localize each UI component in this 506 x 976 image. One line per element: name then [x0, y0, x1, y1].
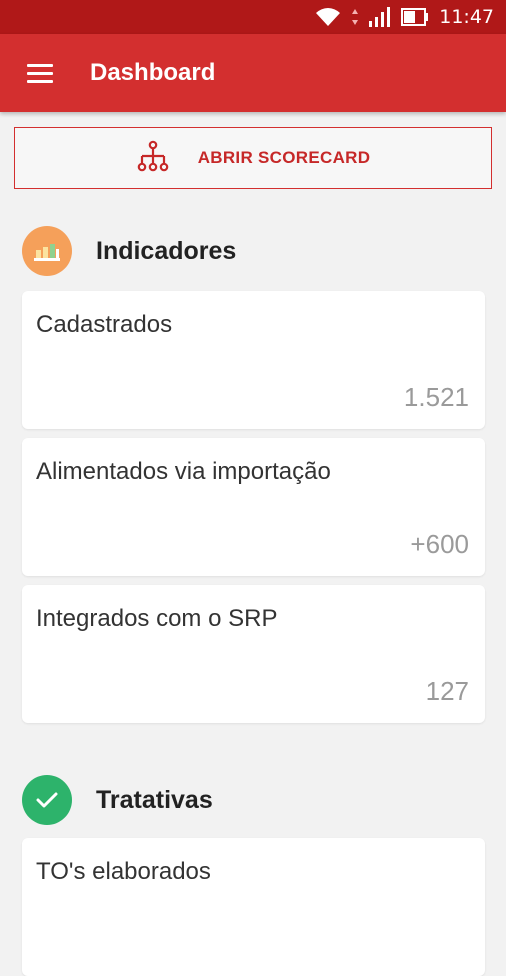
card-label: Cadastrados: [36, 311, 173, 338]
tratativas-title: Tratativas: [96, 785, 213, 814]
card-tos-elaborados[interactable]: TO's elaborados: [22, 838, 485, 976]
status-bar: 11:47: [0, 0, 506, 34]
indicadores-header: Indicadores: [22, 226, 236, 276]
tratativas-header: Tratativas: [22, 775, 213, 825]
wifi-icon: [315, 7, 341, 27]
signal-icon: [369, 7, 391, 27]
app-bar: Dashboard: [0, 34, 506, 112]
menu-button[interactable]: [0, 34, 80, 112]
card-value: +600: [410, 529, 469, 559]
card-alimentados-via-importacao[interactable]: Alimentados via importação +600: [22, 438, 485, 576]
bar-chart-icon: [22, 226, 72, 276]
menu-icon: [27, 59, 53, 88]
open-scorecard-button[interactable]: ABRIR SCORECARD: [14, 127, 492, 189]
check-icon: [22, 775, 72, 825]
card-cadastrados[interactable]: Cadastrados 1.521: [22, 291, 485, 429]
indicadores-title: Indicadores: [96, 236, 237, 265]
card-value: 1.521: [403, 382, 469, 412]
status-time: 11:47: [439, 6, 494, 28]
hierarchy-icon: [136, 140, 170, 177]
battery-icon: [401, 8, 429, 26]
data-arrows-icon: [351, 8, 359, 26]
card-label: Integrados com o SRP: [36, 605, 278, 632]
card-label: TO's elaborados: [36, 858, 211, 885]
card-value: 127: [425, 676, 469, 706]
page-title: Dashboard: [90, 59, 216, 86]
card-integrados-com-srp[interactable]: Integrados com o SRP 127: [22, 585, 485, 723]
card-label: Alimentados via importação: [36, 458, 331, 485]
open-scorecard-label: ABRIR SCORECARD: [197, 148, 371, 167]
